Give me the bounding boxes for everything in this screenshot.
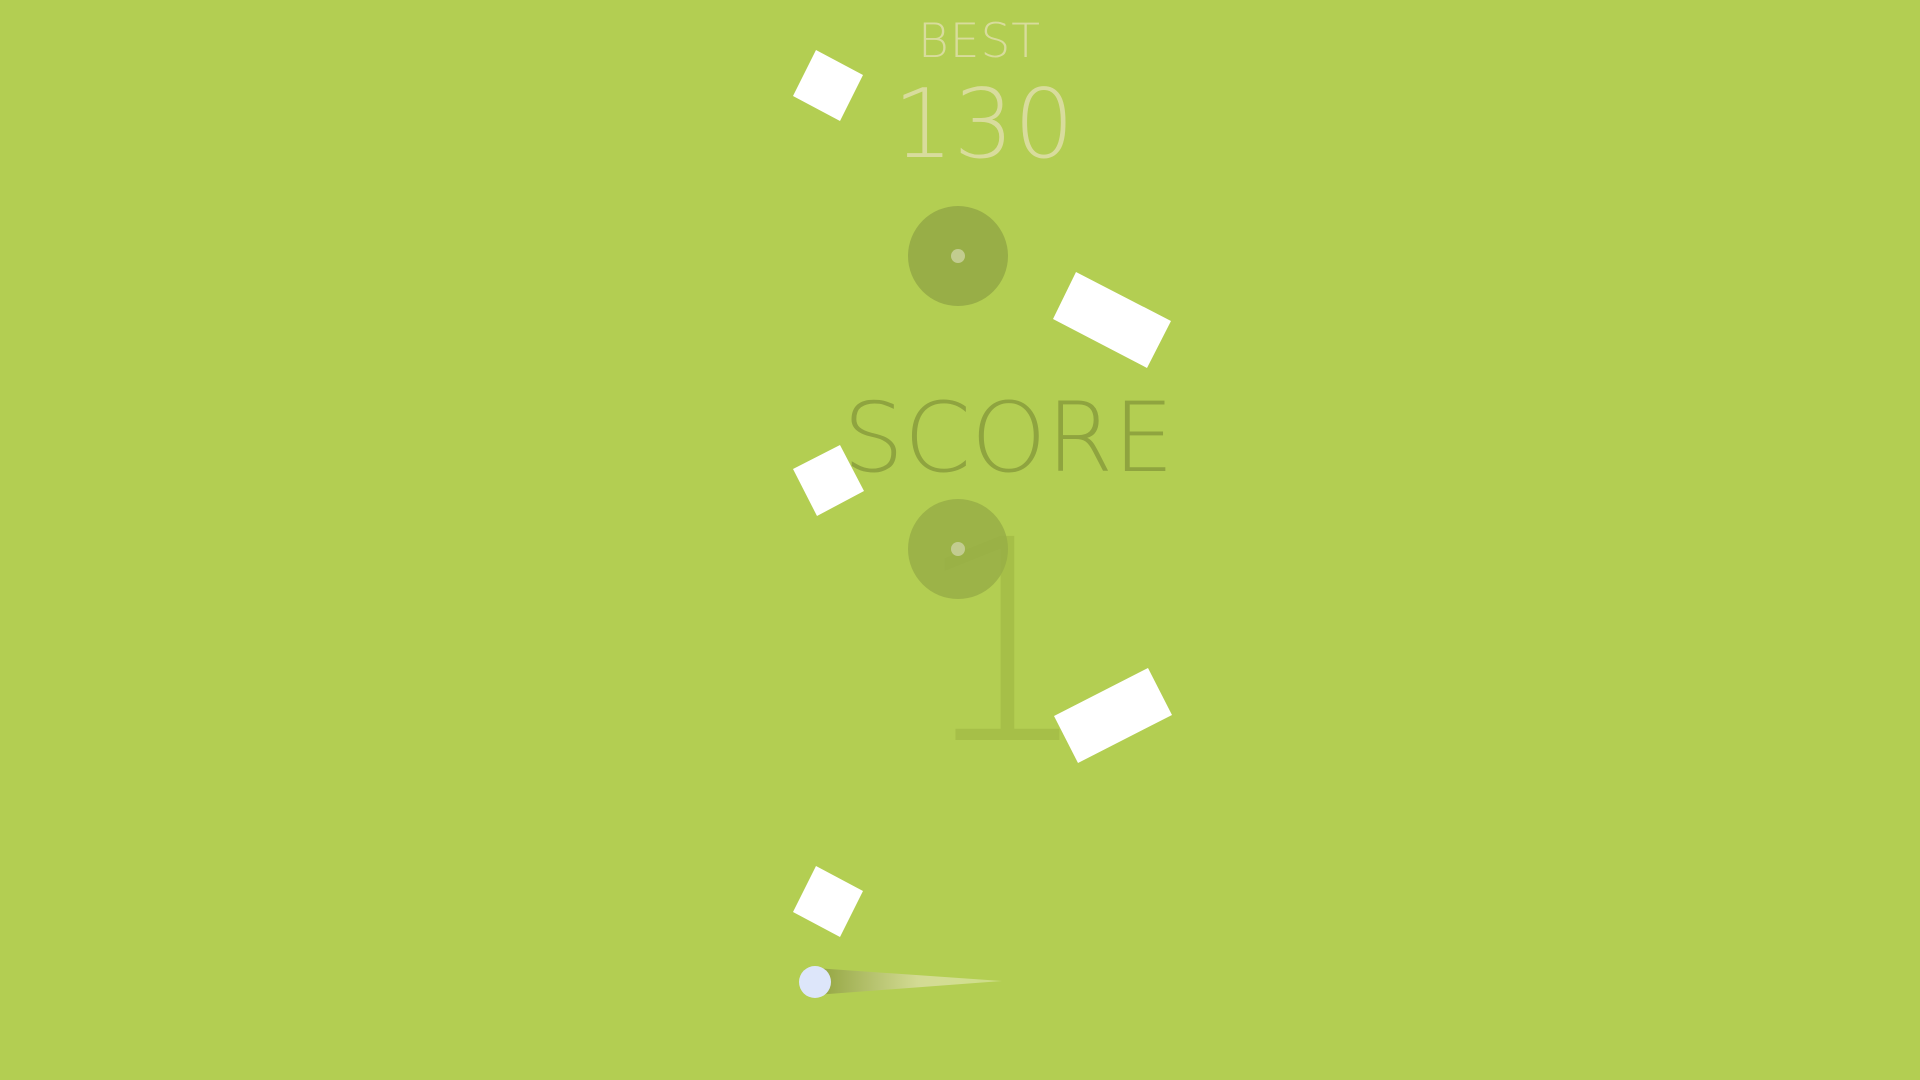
score-label: SCORE bbox=[843, 382, 1174, 494]
white-block-obstacle bbox=[793, 50, 863, 121]
best-score-value: 130 bbox=[893, 70, 1075, 180]
white-block-obstacle bbox=[1053, 272, 1171, 368]
ball-trail bbox=[815, 968, 1002, 995]
white-block-obstacle bbox=[793, 866, 863, 937]
ring-center-dot bbox=[951, 249, 965, 263]
game-stage[interactable]: 1 BEST 130 SCORE bbox=[0, 0, 1920, 1080]
pivot-ring-upper bbox=[908, 206, 1008, 306]
pivot-ring-lower bbox=[908, 499, 1008, 599]
ball-icon[interactable] bbox=[799, 966, 831, 998]
best-label: BEST bbox=[918, 14, 1042, 69]
ring-center-dot bbox=[951, 542, 965, 556]
